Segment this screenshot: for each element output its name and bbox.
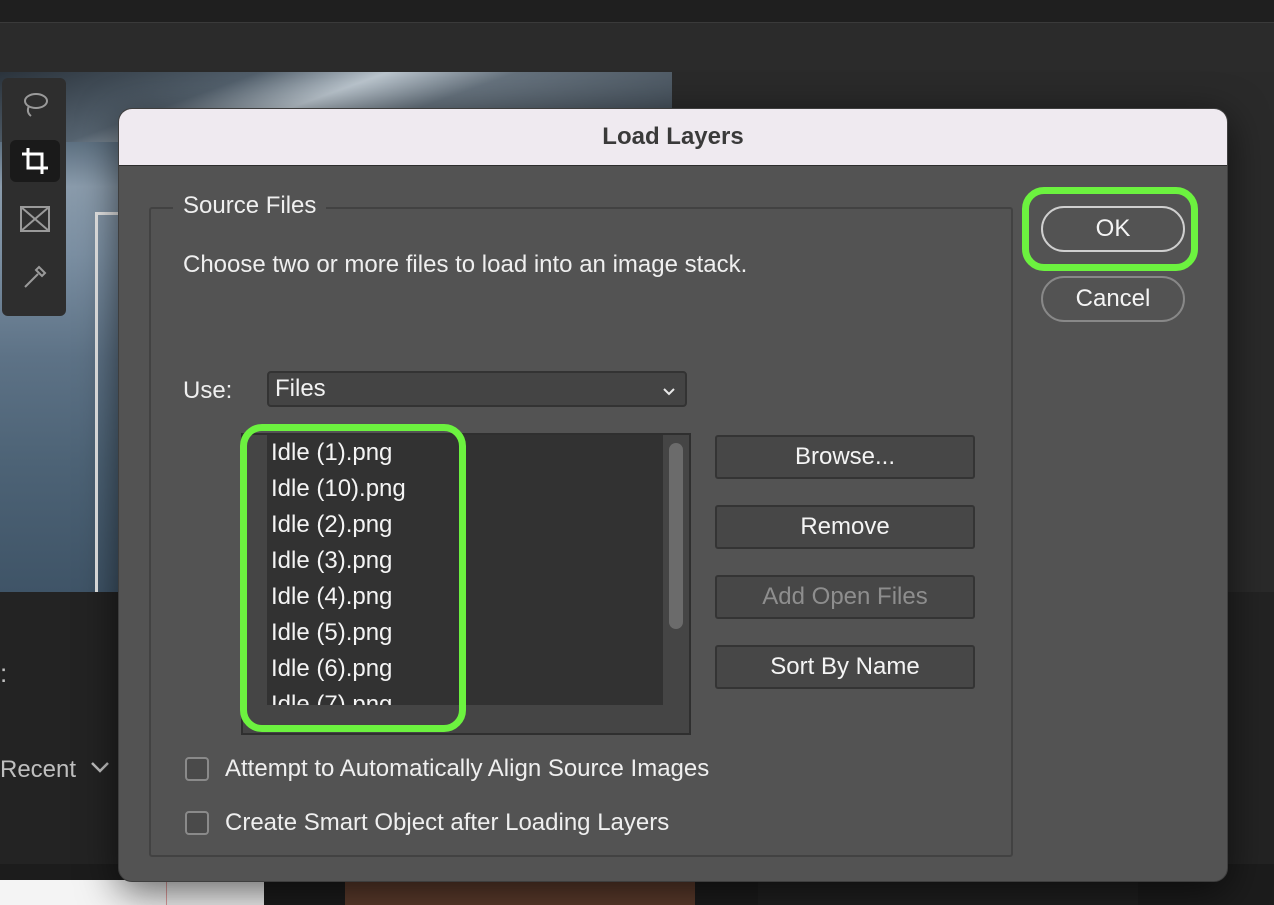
crop-tool-button[interactable] — [10, 140, 60, 182]
lasso-tool-button[interactable] — [10, 84, 60, 126]
frame-tool-button[interactable] — [10, 198, 60, 240]
dialog-description: Choose two or more files to load into an… — [183, 251, 748, 278]
remove-button[interactable]: Remove — [715, 505, 975, 549]
smart-object-checkbox-label: Create Smart Object after Loading Layers — [225, 809, 670, 836]
chevron-down-icon — [661, 379, 677, 411]
app-top-bar — [0, 0, 1274, 23]
use-label: Use: — [183, 377, 233, 404]
ok-highlight-outline — [1022, 187, 1198, 271]
align-checkbox-label: Attempt to Automatically Align Source Im… — [225, 755, 710, 782]
thumbnail-1[interactable] — [0, 880, 264, 905]
thumbnail-3[interactable] — [758, 880, 1138, 905]
lasso-icon — [24, 93, 48, 117]
source-files-legend: Source Files — [173, 192, 327, 220]
scrollbar-thumb[interactable] — [669, 443, 683, 629]
smart-object-checkbox[interactable] — [185, 811, 209, 835]
tools-panel — [2, 78, 66, 316]
use-select[interactable]: Files — [267, 371, 687, 407]
eyedropper-icon — [24, 265, 47, 288]
align-checkbox-row[interactable]: Attempt to Automatically Align Source Im… — [185, 755, 709, 783]
file-list-highlight-outline — [240, 424, 466, 732]
frame-icon — [20, 206, 50, 232]
side-mark: : — [0, 658, 8, 688]
recent-dropdown-label[interactable]: Recent — [0, 756, 76, 784]
align-checkbox[interactable] — [185, 757, 209, 781]
browse-button[interactable]: Browse... — [715, 435, 975, 479]
file-list-scrollbar[interactable] — [665, 443, 687, 633]
smart-object-checkbox-row[interactable]: Create Smart Object after Loading Layers — [185, 809, 669, 837]
use-select-value: Files — [275, 375, 326, 402]
crop-icon — [22, 148, 48, 174]
add-open-files-button[interactable]: Add Open Files — [715, 575, 975, 619]
cancel-button[interactable]: Cancel — [1041, 276, 1185, 322]
sort-by-name-button[interactable]: Sort By Name — [715, 645, 975, 689]
dialog-title: Load Layers — [119, 109, 1227, 166]
eyedropper-tool-button[interactable] — [10, 256, 60, 298]
options-bar — [0, 23, 1274, 72]
chevron-down-icon[interactable] — [90, 760, 110, 779]
thumbnail-2[interactable] — [345, 880, 695, 905]
